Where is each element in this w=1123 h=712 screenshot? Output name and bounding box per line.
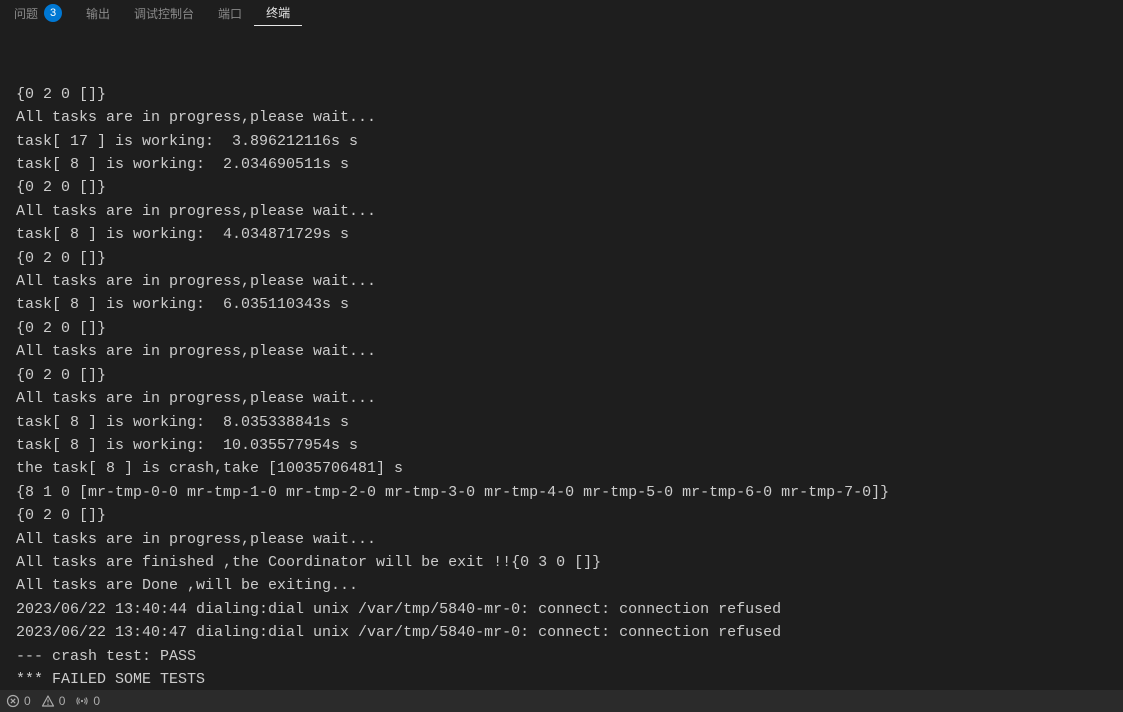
status-warnings-count: 0 bbox=[59, 694, 66, 708]
terminal-line: task[ 8 ] is working: 2.034690511s s bbox=[16, 153, 1107, 176]
terminal-line: {8 1 0 [mr-tmp-0-0 mr-tmp-1-0 mr-tmp-2-0… bbox=[16, 481, 1107, 504]
terminal-line: 2023/06/22 13:40:47 dialing:dial unix /v… bbox=[16, 621, 1107, 644]
error-circle-icon bbox=[6, 694, 20, 708]
terminal-line: All tasks are in progress,please wait... bbox=[16, 387, 1107, 410]
tab-output-label: 输出 bbox=[86, 5, 110, 22]
terminal-line: {0 2 0 []} bbox=[16, 504, 1107, 527]
terminal-line: *** FAILED SOME TESTS bbox=[16, 668, 1107, 691]
terminal-output[interactable]: {0 2 0 []}All tasks are in progress,plea… bbox=[0, 26, 1123, 712]
terminal-line: All tasks are in progress,please wait... bbox=[16, 200, 1107, 223]
tab-ports[interactable]: 端口 bbox=[206, 1, 254, 26]
terminal-line: All tasks are in progress,please wait... bbox=[16, 340, 1107, 363]
terminal-line: task[ 8 ] is working: 10.035577954s s bbox=[16, 434, 1107, 457]
terminal-line: task[ 8 ] is working: 8.035338841s s bbox=[16, 411, 1107, 434]
tab-debug-console[interactable]: 调试控制台 bbox=[122, 1, 206, 26]
terminal-line: All tasks are finished ,the Coordinator … bbox=[16, 551, 1107, 574]
status-radio[interactable]: 0 bbox=[75, 694, 100, 708]
panel-tabs: 问题 3 输出 调试控制台 端口 终端 bbox=[0, 0, 1123, 26]
terminal-line: {0 2 0 []} bbox=[16, 176, 1107, 199]
terminal-line: 2023/06/22 13:40:44 dialing:dial unix /v… bbox=[16, 598, 1107, 621]
terminal-line: task[ 8 ] is working: 4.034871729s s bbox=[16, 223, 1107, 246]
terminal-line: task[ 17 ] is working: 3.896212116s s bbox=[16, 130, 1107, 153]
terminal-line: --- crash test: PASS bbox=[16, 645, 1107, 668]
terminal-line: {0 2 0 []} bbox=[16, 83, 1107, 106]
terminal-line: {0 2 0 []} bbox=[16, 247, 1107, 270]
terminal-line: {0 2 0 []} bbox=[16, 364, 1107, 387]
terminal-line: task[ 8 ] is working: 6.035110343s s bbox=[16, 293, 1107, 316]
terminal-line: {0 2 0 []} bbox=[16, 317, 1107, 340]
terminal-line: the task[ 8 ] is crash,take [10035706481… bbox=[16, 457, 1107, 480]
status-errors[interactable]: 0 bbox=[6, 694, 31, 708]
tab-terminal-label: 终端 bbox=[266, 4, 290, 21]
tab-ports-label: 端口 bbox=[218, 5, 242, 22]
status-radio-count: 0 bbox=[93, 694, 100, 708]
tab-terminal[interactable]: 终端 bbox=[254, 0, 302, 26]
warning-triangle-icon bbox=[41, 694, 55, 708]
terminal-line: All tasks are in progress,please wait... bbox=[16, 106, 1107, 129]
terminal-line: All tasks are in progress,please wait... bbox=[16, 270, 1107, 293]
status-warnings[interactable]: 0 bbox=[41, 694, 66, 708]
terminal-line: All tasks are in progress,please wait... bbox=[16, 528, 1107, 551]
status-errors-count: 0 bbox=[24, 694, 31, 708]
terminal-line: All tasks are Done ,will be exiting... bbox=[16, 574, 1107, 597]
radio-tower-icon bbox=[75, 694, 89, 708]
tab-debug-console-label: 调试控制台 bbox=[134, 5, 194, 22]
tab-problems-label: 问题 bbox=[14, 5, 38, 22]
tab-problems[interactable]: 问题 3 bbox=[2, 0, 74, 26]
status-bar: 0 0 0 bbox=[0, 690, 1123, 712]
problems-badge: 3 bbox=[44, 4, 62, 22]
tab-output[interactable]: 输出 bbox=[74, 1, 122, 26]
